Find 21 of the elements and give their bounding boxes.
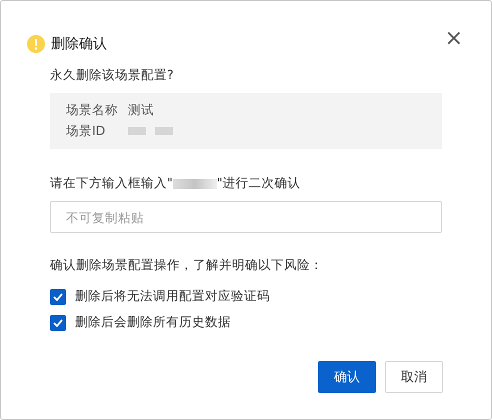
instruction-text: 请在下方输入框输入" [50, 175, 173, 192]
check-icon [53, 318, 63, 326]
warning-icon [27, 35, 45, 53]
checkbox[interactable] [50, 288, 66, 304]
risk-prompt: 确认删除场景配置操作，了解并明确以下风险： [50, 257, 324, 274]
info-label: 场景ID [66, 122, 106, 140]
instruction-text: "进行二次确认 [216, 175, 300, 192]
checkbox[interactable] [50, 314, 66, 330]
info-label: 场景名称 [66, 102, 119, 120]
confirm-button[interactable]: 确认 [318, 361, 376, 393]
redacted-mark [155, 127, 173, 136]
check-icon [53, 292, 63, 300]
info-value: 测试 [128, 102, 154, 120]
checkbox-label: 删除后会删除所有历史数据 [75, 314, 231, 331]
dialog-title: 删除确认 [51, 35, 108, 53]
cancel-button[interactable]: 取消 [385, 361, 443, 393]
question-text: 永久删除该场景配置? [50, 67, 175, 84]
redacted-mark [128, 127, 146, 136]
close-button[interactable]: × [444, 29, 463, 49]
input-field[interactable]: 不可复制粘贴 [50, 201, 442, 233]
checkbox-label: 删除后将无法调用配置对应验证码 [75, 288, 270, 305]
